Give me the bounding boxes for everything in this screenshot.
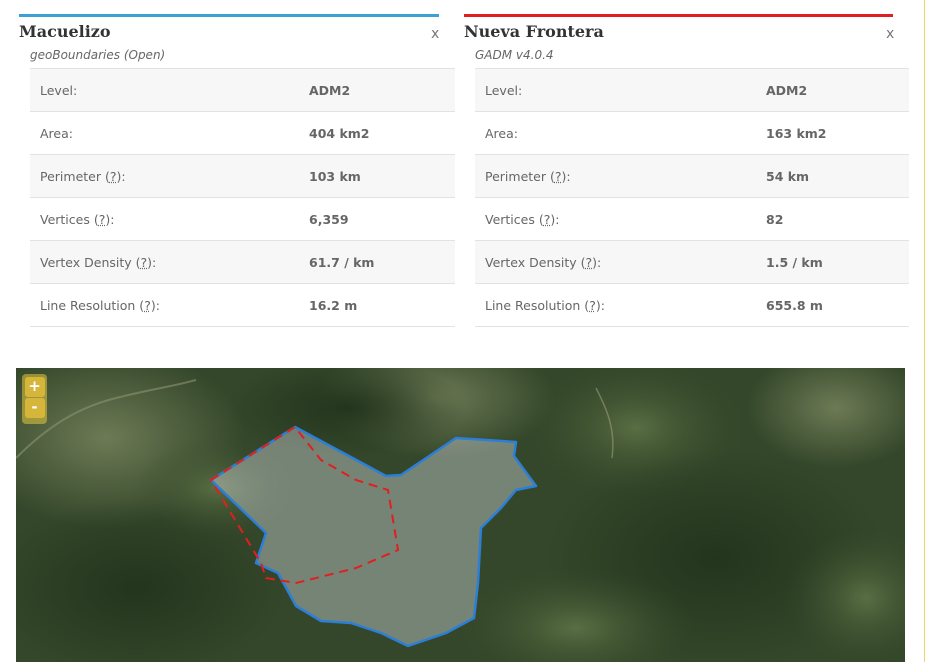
label-suffix: ): (550, 211, 560, 227)
table-row: Level: ADM2 (30, 68, 455, 112)
row-value: 61.7 / km (299, 240, 455, 284)
row-value: ADM2 (756, 68, 909, 112)
row-value: 103 km (299, 154, 455, 198)
table-row: Vertex Density (?): 61.7 / km (30, 240, 455, 284)
table-row: Level: ADM2 (475, 68, 909, 112)
panel-accent-bar (19, 14, 439, 17)
row-label: Level: (475, 68, 756, 112)
table-row: Vertices (?): 6,359 (30, 197, 455, 241)
label-suffix: ): (595, 297, 605, 313)
row-label: Perimeter (?): (475, 154, 756, 198)
row-value: ADM2 (299, 68, 455, 112)
row-value: 1.5 / km (756, 240, 909, 284)
stats-table: Level: ADM2 Area: 163 km2 Perimeter (?):… (475, 68, 909, 327)
row-label: Line Resolution (?): (30, 283, 299, 327)
label-prefix: Line Resolution ( (40, 297, 145, 313)
label-suffix: ): (592, 254, 602, 270)
stats-table: Level: ADM2 Area: 404 km2 Perimeter (?):… (30, 68, 455, 327)
boundary-panel-macuelizo: Macuelizo x geoBoundaries (Open) Level: … (18, 14, 465, 327)
row-label: Area: (30, 111, 299, 155)
row-value: 82 (756, 197, 909, 241)
table-row: Area: 404 km2 (30, 111, 455, 155)
zoom-in-button[interactable]: + (24, 377, 45, 397)
panel-title: Macuelizo (19, 22, 111, 41)
row-value: 6,359 (299, 197, 455, 241)
row-value: 163 km2 (756, 111, 909, 155)
row-value: 655.8 m (756, 283, 909, 327)
label-suffix: ): (147, 254, 157, 270)
row-label: Vertices (?): (475, 197, 756, 241)
row-label: Perimeter (?): (30, 154, 299, 198)
right-edge-rule (924, 0, 925, 662)
label-suffix: ): (116, 168, 126, 184)
help-link[interactable]: ? (144, 298, 151, 313)
table-row: Perimeter (?): 103 km (30, 154, 455, 198)
zoom-control: + - (22, 374, 47, 424)
row-label: Vertex Density (?): (475, 240, 756, 284)
table-row: Perimeter (?): 54 km (475, 154, 909, 198)
row-label: Vertices (?): (30, 197, 299, 241)
table-row: Vertex Density (?): 1.5 / km (475, 240, 909, 284)
label-prefix: Vertex Density ( (40, 254, 141, 270)
label-prefix: Perimeter ( (40, 168, 110, 184)
label-prefix: Line Resolution ( (485, 297, 590, 313)
table-row: Area: 163 km2 (475, 111, 909, 155)
close-button[interactable]: x (886, 26, 894, 42)
table-row: Line Resolution (?): 655.8 m (475, 283, 909, 327)
label-suffix: ): (105, 211, 115, 227)
table-row: Vertices (?): 82 (475, 197, 909, 241)
panel-source: GADM v4.0.4 (475, 48, 554, 62)
label-prefix: Vertex Density ( (485, 254, 586, 270)
label-suffix: ): (150, 297, 160, 313)
boundary-panel-nueva-frontera: Nueva Frontera x GADM v4.0.4 Level: ADM2… (463, 14, 910, 327)
satellite-map[interactable]: + - (16, 368, 905, 662)
help-link[interactable]: ? (589, 298, 596, 313)
map-canvas[interactable] (16, 368, 905, 662)
label-prefix: Perimeter ( (485, 168, 555, 184)
table-row: Line Resolution (?): 16.2 m (30, 283, 455, 327)
row-value: 404 km2 (299, 111, 455, 155)
row-label: Line Resolution (?): (475, 283, 756, 327)
panel-accent-bar (464, 14, 893, 17)
label-prefix: Vertices ( (40, 211, 99, 227)
panel-source: geoBoundaries (Open) (30, 48, 166, 62)
panel-title: Nueva Frontera (464, 22, 604, 41)
label-prefix: Vertices ( (485, 211, 544, 227)
label-suffix: ): (561, 168, 571, 184)
row-label: Level: (30, 68, 299, 112)
row-value: 16.2 m (299, 283, 455, 327)
close-button[interactable]: x (431, 26, 439, 42)
row-label: Vertex Density (?): (30, 240, 299, 284)
zoom-out-button[interactable]: - (24, 398, 45, 418)
row-label: Area: (475, 111, 756, 155)
row-value: 54 km (756, 154, 909, 198)
